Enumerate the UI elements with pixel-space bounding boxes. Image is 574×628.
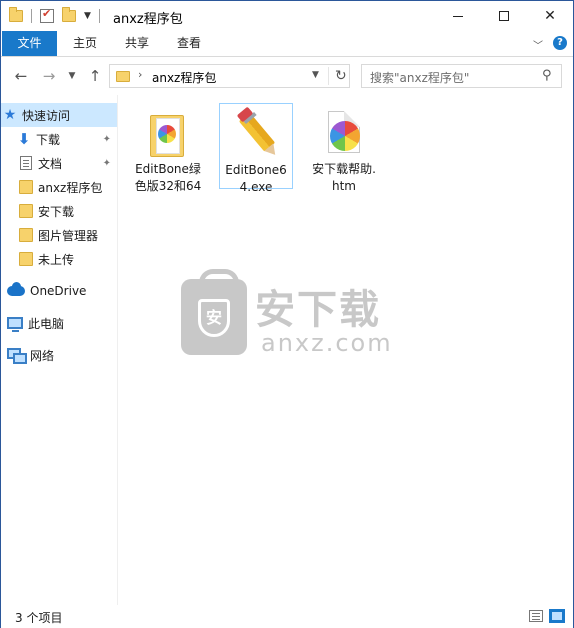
nav-this-pc[interactable]: 此电脑: [1, 311, 117, 335]
nav-label: 网络: [30, 348, 55, 363]
expand-ribbon-chevron-icon[interactable]: ﹀: [533, 37, 543, 52]
recent-locations-chevron-icon[interactable]: ▼: [65, 66, 79, 86]
pin-icon: ✦: [102, 157, 111, 169]
window-title: anxz程序包: [113, 12, 183, 27]
pin-icon: ✦: [102, 133, 111, 145]
star-icon: ★: [3, 107, 17, 123]
file-item-editbone-folder[interactable]: EditBone绿色版32和64: [131, 103, 205, 197]
breadcrumb-chevron-icon[interactable]: ›: [138, 68, 142, 81]
close-button[interactable]: ✕: [527, 1, 573, 31]
colorful-badge-icon: [158, 125, 176, 143]
address-bar[interactable]: › anxz程序包 ▼ ↻: [109, 64, 350, 88]
minimize-icon: [453, 15, 463, 17]
nav-label: anxz程序包: [38, 180, 103, 195]
large-icons-view-icon[interactable]: [549, 609, 565, 623]
nav-item-anxz[interactable]: anxz程序包: [1, 175, 117, 199]
item-count: 3 个项目: [15, 611, 63, 625]
file-name: EditBone绿色版32和64: [134, 162, 202, 193]
computer-icon: [7, 317, 23, 332]
nav-label: 安下载: [38, 204, 75, 219]
nav-label: 图片管理器: [38, 228, 99, 243]
nav-label: 下载: [36, 132, 61, 147]
address-history-chevron-icon[interactable]: ▼: [312, 70, 319, 80]
ribbon-tabs: 文件 主页 共享 查看 ﹀ ?: [1, 31, 573, 57]
minimize-button[interactable]: [435, 1, 481, 31]
watermark-logo: 安 安下载 anxz.com: [181, 269, 401, 365]
tab-share[interactable]: 共享: [115, 31, 159, 56]
refresh-icon[interactable]: ↻: [328, 67, 347, 85]
navigation-pane: ★ 快速访问 ⬇ 下载 ✦ 文档 ✦ anxz程序包 安下载 图片管理器 未上传: [1, 95, 118, 605]
tab-view[interactable]: 查看: [167, 31, 211, 56]
nav-label: 文档: [38, 156, 63, 171]
nav-item-anxiazai[interactable]: 安下载: [1, 199, 117, 223]
file-item-help-htm[interactable]: 安下载帮助.htm: [307, 103, 381, 197]
network-icon: [7, 348, 27, 364]
quick-access-toolbar: ▼: [9, 7, 108, 25]
file-list: EditBone绿色版32和64 EditBone64.exe 安下载帮助.ht…: [119, 95, 573, 605]
details-view-icon[interactable]: [529, 610, 543, 622]
back-arrow-icon[interactable]: ←: [11, 66, 31, 86]
nav-item-downloads[interactable]: ⬇ 下载 ✦: [1, 127, 117, 151]
download-arrow-icon: ⬇: [17, 130, 31, 148]
folder-icon: [19, 180, 33, 194]
new-folder-icon[interactable]: [62, 7, 76, 22]
onedrive-cloud-icon: [7, 282, 25, 296]
folder-icon: [19, 252, 33, 266]
nav-network[interactable]: 网络: [1, 343, 117, 367]
title-bar: ▼ anxz程序包 ✕: [1, 1, 573, 31]
tab-file[interactable]: 文件: [2, 31, 57, 56]
shield-icon: 安: [198, 299, 230, 337]
colorful-badge-icon: [330, 121, 360, 151]
document-icon: [20, 156, 32, 170]
separator: [98, 9, 100, 23]
file-item-editbone-exe[interactable]: EditBone64.exe: [219, 103, 293, 194]
customize-toolbar-chevron-icon[interactable]: ▼: [84, 11, 91, 21]
status-bar: 3 个项目: [1, 605, 573, 628]
nav-item-picture-manager[interactable]: 图片管理器: [1, 223, 117, 247]
nav-item-documents[interactable]: 文档 ✦: [1, 151, 117, 175]
navigation-bar: ← → ▼ ↑ › anxz程序包 ▼ ↻ 搜索"anxz程序包" ⚲: [1, 58, 573, 95]
file-name: 安下载帮助.htm: [312, 162, 376, 193]
file-name: EditBone64.exe: [225, 163, 287, 194]
nav-label: 未上传: [38, 252, 75, 267]
nav-quick-access[interactable]: ★ 快速访问: [1, 103, 117, 127]
htm-file-icon: [320, 109, 368, 157]
separator: [31, 9, 32, 23]
maximize-button[interactable]: [481, 1, 527, 31]
shopping-bag-icon: 安: [181, 269, 247, 355]
tab-home[interactable]: 主页: [63, 31, 107, 56]
nav-label: OneDrive: [30, 284, 87, 298]
nav-label: 此电脑: [28, 316, 65, 331]
watermark-text-en: anxz.com: [261, 329, 393, 357]
folder-icon: [19, 228, 33, 242]
forward-arrow-icon[interactable]: →: [39, 66, 59, 86]
folder-icon[interactable]: [9, 7, 23, 22]
nav-label: 快速访问: [22, 108, 71, 123]
explorer-window: ▼ anxz程序包 ✕ 文件 主页 共享 查看 ﹀ ? ← → ▼ ↑ › an…: [0, 0, 574, 628]
nav-onedrive[interactable]: OneDrive: [1, 279, 117, 303]
breadcrumb-current[interactable]: anxz程序包: [152, 69, 216, 86]
pencil-exe-icon: [232, 106, 280, 159]
help-icon[interactable]: ?: [553, 36, 567, 50]
properties-icon[interactable]: [40, 7, 54, 23]
folder-icon: [116, 71, 130, 82]
folder-icon: [144, 109, 192, 157]
watermark-text-cn: 安下载: [255, 287, 381, 333]
search-placeholder[interactable]: 搜索"anxz程序包": [370, 69, 469, 86]
search-box[interactable]: 搜索"anxz程序包" ⚲: [361, 64, 562, 88]
search-icon[interactable]: ⚲: [542, 68, 552, 83]
close-icon: ✕: [544, 8, 556, 24]
maximize-icon: [499, 11, 509, 21]
up-arrow-icon[interactable]: ↑: [85, 66, 105, 86]
folder-icon: [19, 204, 33, 218]
nav-item-not-uploaded[interactable]: 未上传: [1, 247, 117, 271]
